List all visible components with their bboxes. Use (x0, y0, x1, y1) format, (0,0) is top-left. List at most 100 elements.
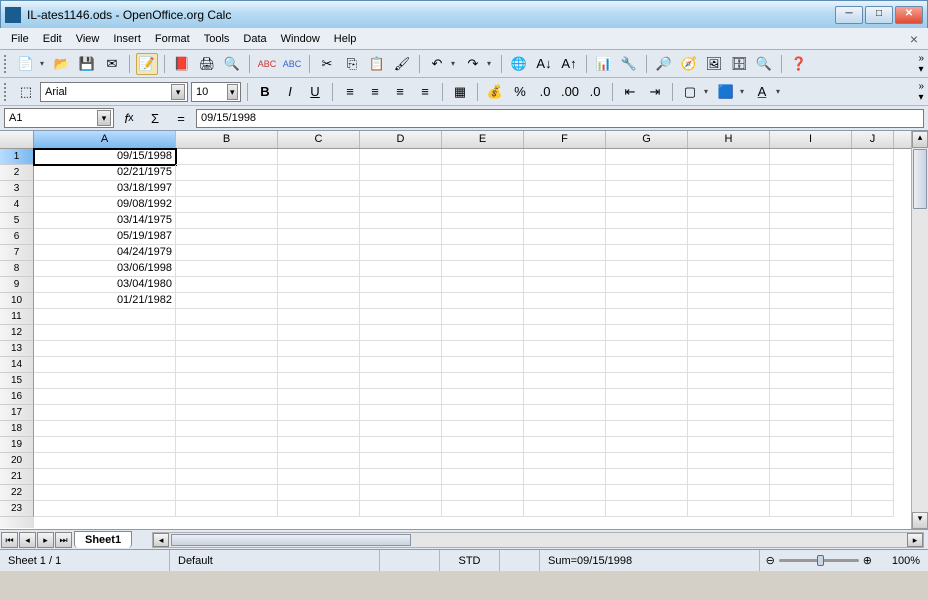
cell-E2[interactable] (442, 165, 524, 181)
navigator-button[interactable]: 🧭 (678, 53, 700, 75)
select-all-corner[interactable] (0, 131, 34, 148)
horizontal-scrollbar[interactable]: ◂ ▸ (152, 532, 924, 548)
cell-F3[interactable] (524, 181, 606, 197)
cell-D20[interactable] (360, 453, 442, 469)
cell-H23[interactable] (688, 501, 770, 517)
cell-G8[interactable] (606, 261, 688, 277)
cell-F18[interactable] (524, 421, 606, 437)
cell-H2[interactable] (688, 165, 770, 181)
cell-D22[interactable] (360, 485, 442, 501)
cell-J9[interactable] (852, 277, 894, 293)
cell-D10[interactable] (360, 293, 442, 309)
cell-C14[interactable] (278, 357, 360, 373)
cell-J19[interactable] (852, 437, 894, 453)
cell-B14[interactable] (176, 357, 278, 373)
cells-area[interactable]: 09/15/199802/21/197503/18/199709/08/1992… (34, 149, 928, 528)
cell-B18[interactable] (176, 421, 278, 437)
cell-A19[interactable] (34, 437, 176, 453)
formula-input[interactable] (196, 109, 924, 128)
cell-A14[interactable] (34, 357, 176, 373)
row-header-21[interactable]: 21 (0, 469, 34, 485)
cell-C18[interactable] (278, 421, 360, 437)
row-header-18[interactable]: 18 (0, 421, 34, 437)
cell-I5[interactable] (770, 213, 852, 229)
cell-G4[interactable] (606, 197, 688, 213)
column-header-A[interactable]: A (34, 131, 176, 148)
cell-H14[interactable] (688, 357, 770, 373)
cell-E11[interactable] (442, 309, 524, 325)
cell-F16[interactable] (524, 389, 606, 405)
help-button[interactable]: ❓ (788, 53, 810, 75)
spellcheck-button[interactable]: ABC (256, 53, 278, 75)
cell-C20[interactable] (278, 453, 360, 469)
cell-reference-input[interactable] (9, 112, 97, 124)
cell-F6[interactable] (524, 229, 606, 245)
cell-H6[interactable] (688, 229, 770, 245)
font-name-arrow[interactable]: ▾ (171, 84, 185, 100)
minimize-button[interactable]: ─ (835, 6, 863, 24)
cell-J10[interactable] (852, 293, 894, 309)
cell-G10[interactable] (606, 293, 688, 309)
cell-E8[interactable] (442, 261, 524, 277)
cell-I23[interactable] (770, 501, 852, 517)
row-header-15[interactable]: 15 (0, 373, 34, 389)
email-button[interactable]: ✉ (101, 53, 123, 75)
cell-I6[interactable] (770, 229, 852, 245)
print-button[interactable]: 🖨 (196, 53, 218, 75)
fmt-handle[interactable] (4, 83, 8, 101)
cell-A11[interactable] (34, 309, 176, 325)
cell-C10[interactable] (278, 293, 360, 309)
cell-C8[interactable] (278, 261, 360, 277)
row-header-14[interactable]: 14 (0, 357, 34, 373)
cell-H17[interactable] (688, 405, 770, 421)
cell-I11[interactable] (770, 309, 852, 325)
column-header-D[interactable]: D (360, 131, 442, 148)
cell-E21[interactable] (442, 469, 524, 485)
cell-E17[interactable] (442, 405, 524, 421)
fmt-toolbar-more[interactable]: »▾ (918, 81, 924, 103)
cell-A17[interactable] (34, 405, 176, 421)
cell-B13[interactable] (176, 341, 278, 357)
cell-C2[interactable] (278, 165, 360, 181)
zoom-out-button[interactable]: ⊖ (766, 554, 775, 567)
cell-reference-arrow[interactable]: ▾ (97, 110, 111, 126)
cell-F5[interactable] (524, 213, 606, 229)
cell-J23[interactable] (852, 501, 894, 517)
row-header-6[interactable]: 6 (0, 229, 34, 245)
cell-G23[interactable] (606, 501, 688, 517)
cell-J3[interactable] (852, 181, 894, 197)
cell-F11[interactable] (524, 309, 606, 325)
cell-H20[interactable] (688, 453, 770, 469)
cell-E18[interactable] (442, 421, 524, 437)
function-button[interactable]: = (170, 107, 192, 129)
cut-button[interactable]: ✂ (316, 53, 338, 75)
copy-button[interactable]: ⎘ (341, 53, 363, 75)
hscroll-thumb[interactable] (171, 534, 411, 546)
cell-G17[interactable] (606, 405, 688, 421)
cell-G1[interactable] (606, 149, 688, 165)
cell-A18[interactable] (34, 421, 176, 437)
menu-insert[interactable]: Insert (106, 31, 148, 47)
cell-I22[interactable] (770, 485, 852, 501)
zoom-in-button[interactable]: ⊕ (863, 554, 872, 567)
cell-D8[interactable] (360, 261, 442, 277)
cell-D15[interactable] (360, 373, 442, 389)
cell-A22[interactable] (34, 485, 176, 501)
sum-button[interactable]: Σ (144, 107, 166, 129)
cell-F22[interactable] (524, 485, 606, 501)
cell-E13[interactable] (442, 341, 524, 357)
cell-D17[interactable] (360, 405, 442, 421)
cell-A7[interactable]: 04/24/1979 (34, 245, 176, 261)
decrease-indent-button[interactable]: ⇤ (619, 81, 641, 103)
cell-C5[interactable] (278, 213, 360, 229)
autospellcheck-button[interactable]: ABC (281, 53, 303, 75)
font-size-combo[interactable]: ▾ (191, 82, 241, 102)
cell-E10[interactable] (442, 293, 524, 309)
cell-F20[interactable] (524, 453, 606, 469)
number-format-button[interactable]: .0 (534, 81, 556, 103)
cell-I13[interactable] (770, 341, 852, 357)
status-insert-mode[interactable] (380, 550, 440, 571)
cell-reference-combo[interactable]: ▾ (4, 108, 114, 128)
paste-button[interactable]: 📋 (366, 53, 388, 75)
cell-H13[interactable] (688, 341, 770, 357)
